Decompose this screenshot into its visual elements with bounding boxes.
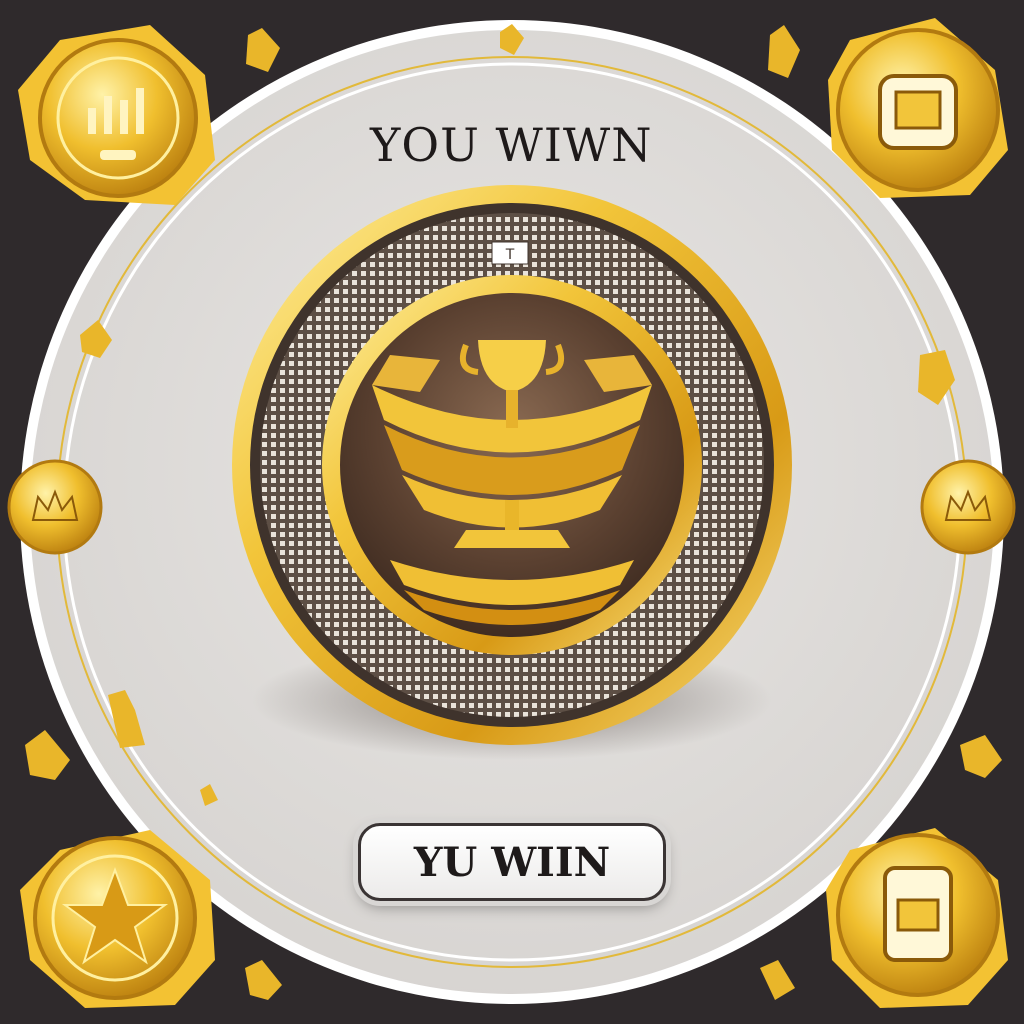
trophy-tag-label: T [505,247,515,263]
win-button[interactable]: YU WIIN [358,823,666,901]
device-coin-icon [828,18,1008,198]
trophy-icon [372,340,652,625]
crown-coin-icon [7,459,103,555]
trophy-emblem: T [232,185,792,745]
chart-coin-icon [18,25,215,205]
card-coin-icon [826,828,1008,1008]
crown-coin-icon [920,459,1016,555]
win-title: YOU WIWN [370,118,653,172]
trophy-tag: T [491,241,529,265]
